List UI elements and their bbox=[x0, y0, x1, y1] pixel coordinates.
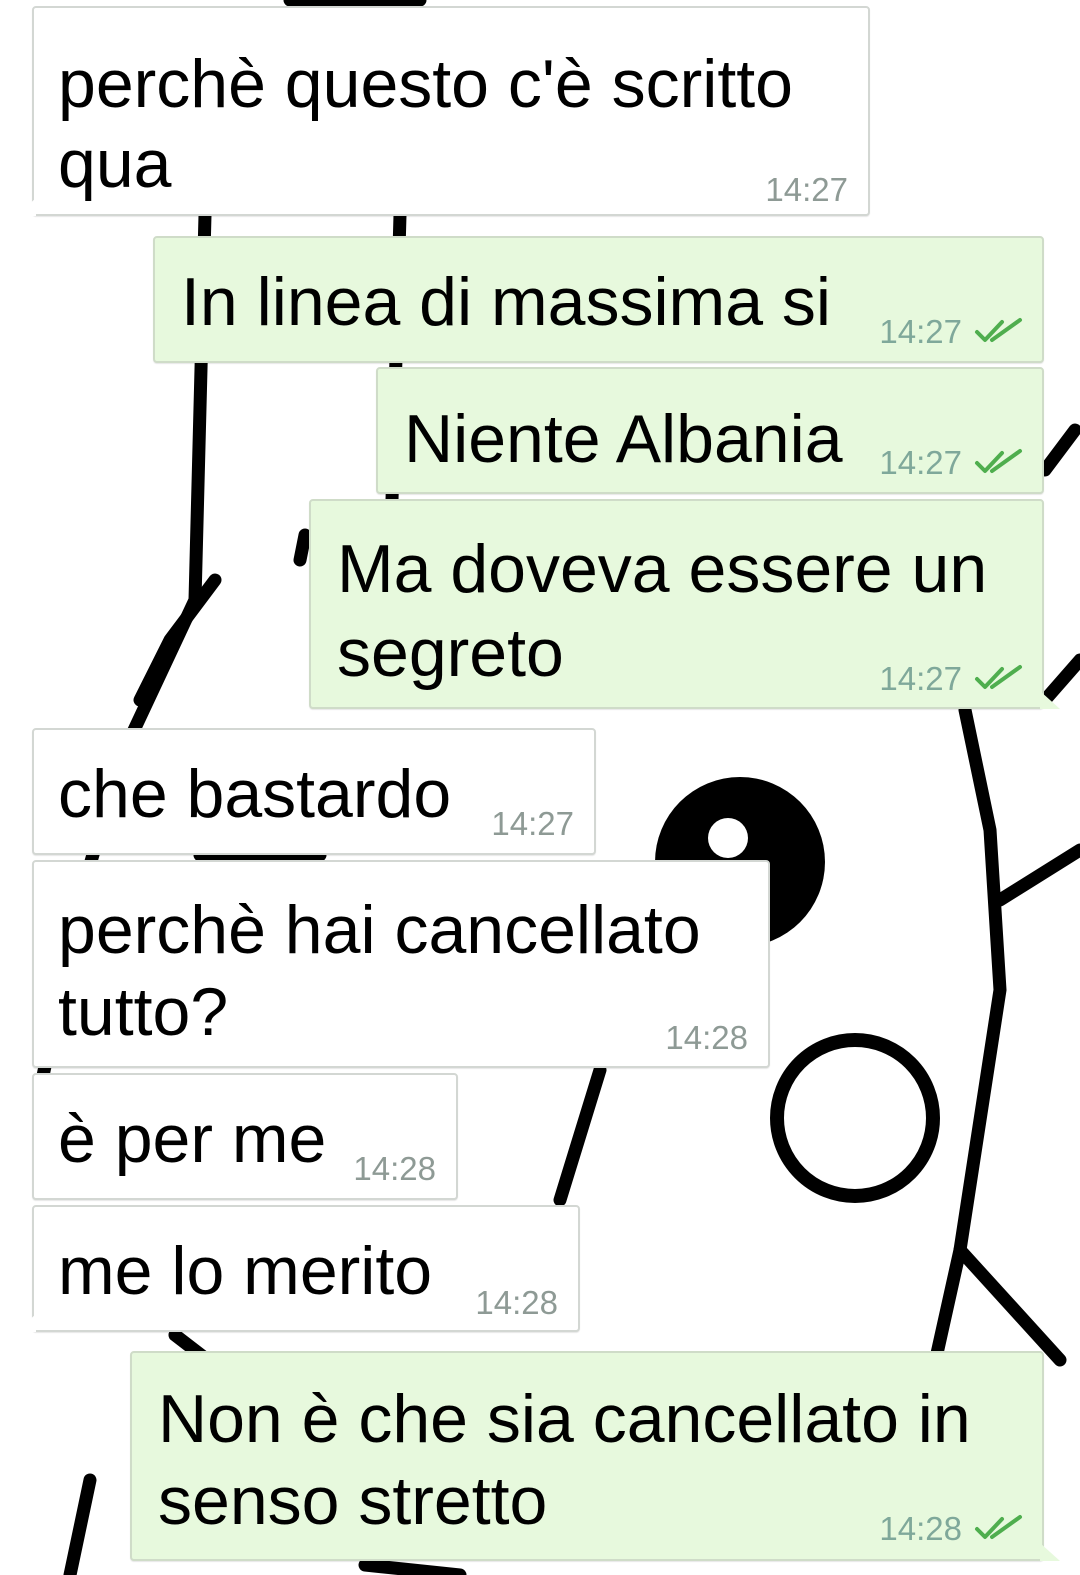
message-bubble-incoming[interactable]: è per me 14:28 bbox=[32, 1073, 458, 1200]
bubble-tail bbox=[1040, 1543, 1060, 1561]
message-bubble-outgoing[interactable]: Ma doveva essere un segreto 14:27 bbox=[309, 499, 1060, 709]
message-meta: 14:28 bbox=[665, 1020, 748, 1056]
double-check-icon bbox=[975, 665, 1022, 689]
message-bubble-incoming[interactable]: me lo merito 14:28 bbox=[16, 1205, 580, 1332]
message-meta: 14:27 bbox=[765, 172, 848, 208]
message-text: è per me bbox=[58, 1101, 327, 1177]
message-meta: 14:27 bbox=[879, 314, 1024, 350]
bubble-tail bbox=[16, 198, 36, 216]
message-time: 14:28 bbox=[879, 1510, 962, 1547]
message-time: 14:28 bbox=[475, 1284, 558, 1321]
bubble-tail bbox=[16, 1314, 36, 1332]
message-text: tutto? bbox=[58, 974, 229, 1050]
message-time: 14:27 bbox=[491, 805, 574, 842]
message-text: qua bbox=[58, 126, 172, 202]
message-text: Niente Albania bbox=[404, 401, 843, 477]
message-bubble-incoming[interactable]: perchè hai cancellato tutto? 14:28 bbox=[32, 860, 770, 1068]
message-text: senso stretto bbox=[158, 1463, 548, 1539]
message-time: 14:27 bbox=[879, 444, 962, 481]
message-bubble-outgoing[interactable]: In linea di massima si 14:27 bbox=[153, 236, 1044, 363]
message-time: 14:28 bbox=[353, 1150, 436, 1187]
message-meta: 14:28 bbox=[879, 1511, 1024, 1547]
message-meta: 14:27 bbox=[879, 445, 1024, 481]
message-time: 14:28 bbox=[665, 1019, 748, 1056]
message-bubble-outgoing[interactable]: Non è che sia cancellato in senso strett… bbox=[130, 1351, 1060, 1561]
message-text: segreto bbox=[337, 615, 564, 691]
message-time: 14:27 bbox=[879, 660, 962, 697]
message-meta: 14:27 bbox=[491, 806, 574, 842]
message-bubble-incoming[interactable]: perchè questo c'è scritto qua 14:27 bbox=[16, 6, 870, 216]
message-text: che bastardo bbox=[58, 756, 452, 832]
message-bubble-outgoing[interactable]: Niente Albania 14:27 bbox=[376, 367, 1044, 494]
message-meta: 14:28 bbox=[353, 1151, 436, 1187]
bubble-tail bbox=[1040, 691, 1060, 709]
double-check-icon bbox=[975, 449, 1022, 473]
message-text: Non è che sia cancellato in bbox=[158, 1381, 971, 1457]
message-time: 14:27 bbox=[879, 313, 962, 350]
message-text: In linea di massima si bbox=[181, 264, 832, 340]
message-bubble-incoming[interactable]: che bastardo 14:27 bbox=[32, 728, 596, 855]
double-check-icon bbox=[975, 318, 1022, 342]
message-text: Ma doveva essere un bbox=[337, 531, 988, 607]
message-text: perchè questo c'è scritto bbox=[58, 46, 793, 122]
double-check-icon bbox=[975, 1515, 1022, 1539]
message-meta: 14:27 bbox=[879, 661, 1024, 697]
message-text: me lo merito bbox=[58, 1233, 433, 1309]
message-meta: 14:28 bbox=[475, 1285, 558, 1321]
message-text: perchè hai cancellato bbox=[58, 892, 701, 968]
message-time: 14:27 bbox=[765, 171, 848, 208]
